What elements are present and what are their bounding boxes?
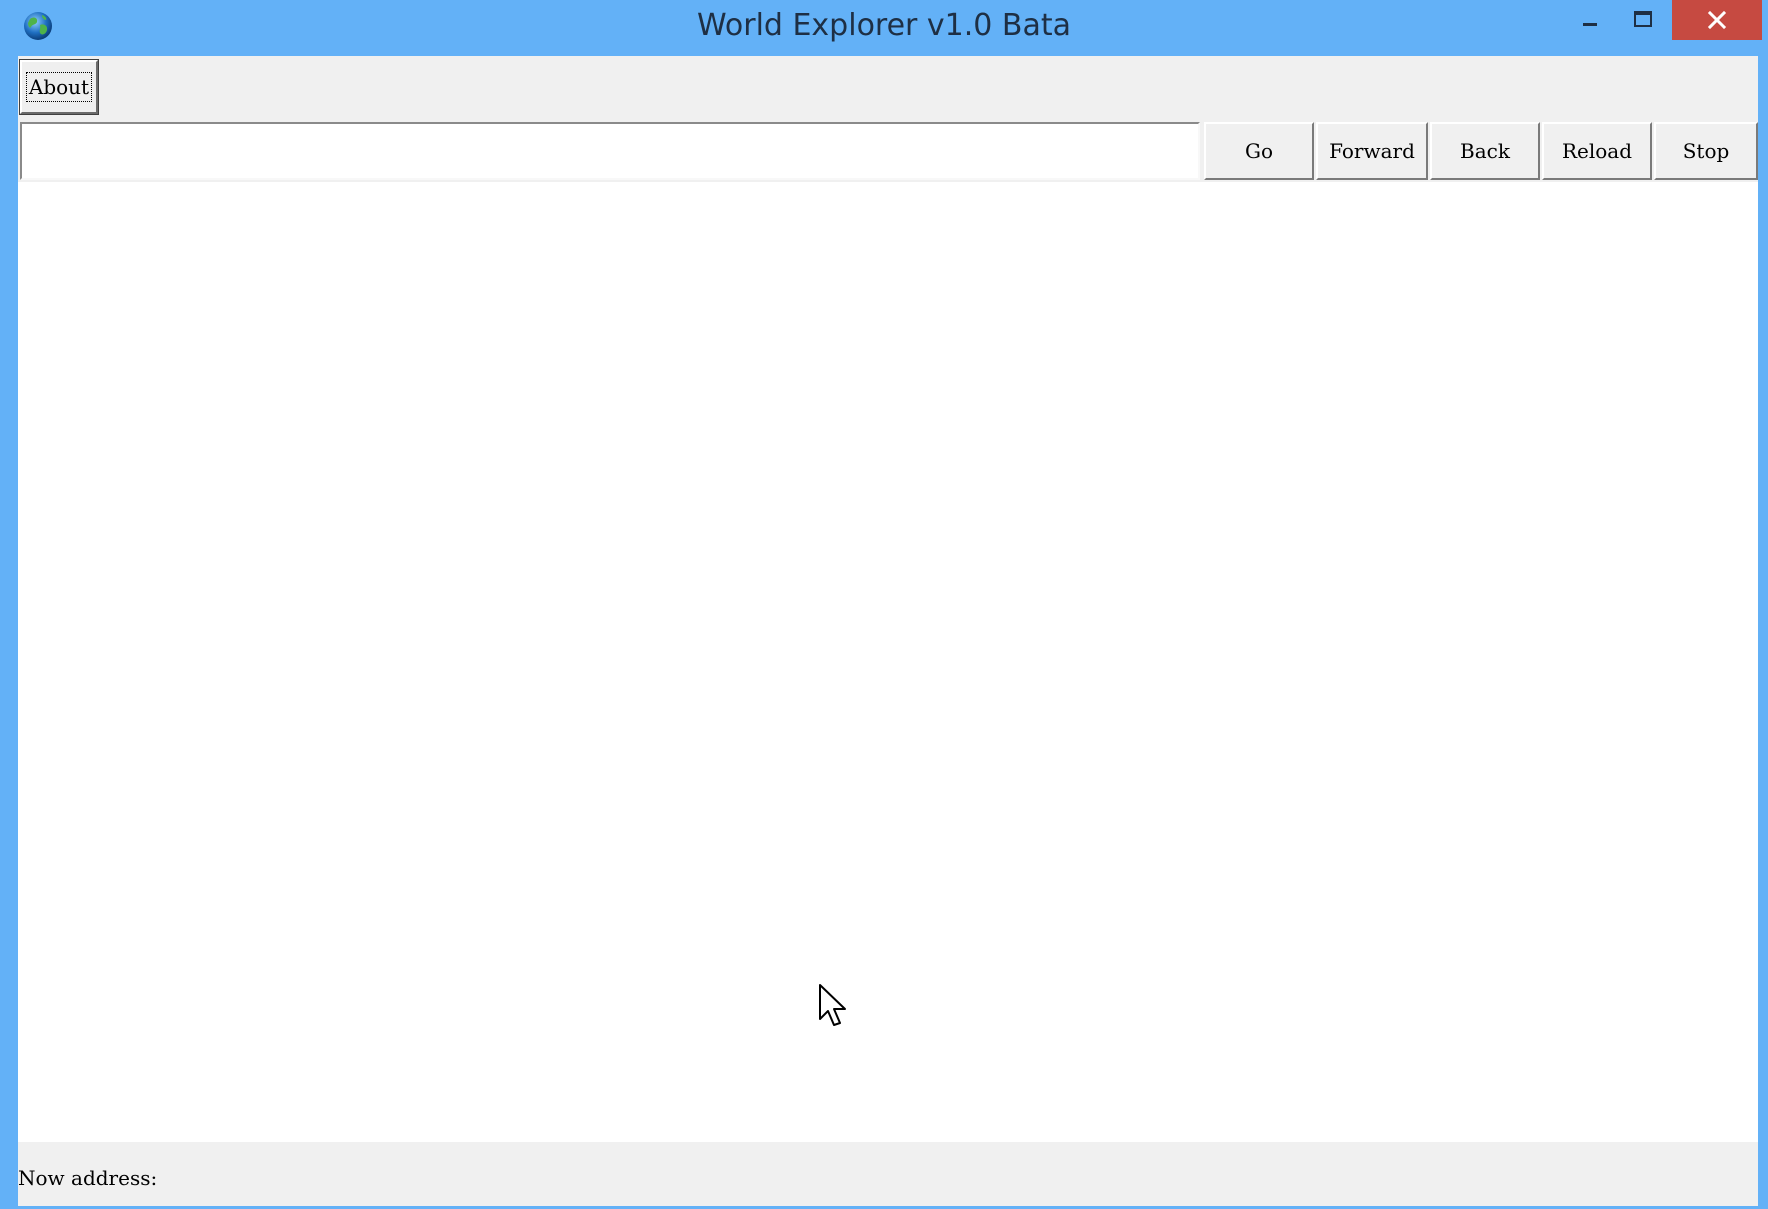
mouse-pointer-icon [819, 984, 846, 1026]
about-button-label: About [25, 72, 93, 102]
toolbar: About [18, 56, 1758, 120]
close-button[interactable] [1672, 0, 1762, 40]
address-row: Go Forward Back Reload Stop [18, 122, 1758, 180]
status-bar: Now address: [18, 1146, 1758, 1206]
title-bar[interactable]: World Explorer v1.0 Bata [0, 0, 1768, 56]
browser-content[interactable] [18, 182, 1758, 1142]
window-title: World Explorer v1.0 Bata [696, 8, 1072, 43]
stop-button[interactable]: Stop [1654, 122, 1758, 180]
back-button[interactable]: Back [1430, 122, 1540, 180]
go-button[interactable]: Go [1204, 122, 1314, 180]
about-button[interactable]: About [19, 59, 99, 115]
forward-button[interactable]: Forward [1316, 122, 1428, 180]
minimize-icon [1583, 23, 1597, 26]
maximize-icon [1634, 11, 1652, 27]
app-window: World Explorer v1.0 Bata About Go Forwar… [0, 0, 1768, 1209]
maximize-button[interactable] [1616, 0, 1670, 40]
reload-button[interactable]: Reload [1542, 122, 1652, 180]
client-area: About Go Forward Back Reload Stop Now ad… [18, 56, 1758, 1206]
status-address-label: Now address: [18, 1166, 158, 1190]
address-input[interactable] [20, 122, 1200, 180]
close-icon [1707, 10, 1727, 30]
minimize-button[interactable] [1560, 0, 1620, 40]
